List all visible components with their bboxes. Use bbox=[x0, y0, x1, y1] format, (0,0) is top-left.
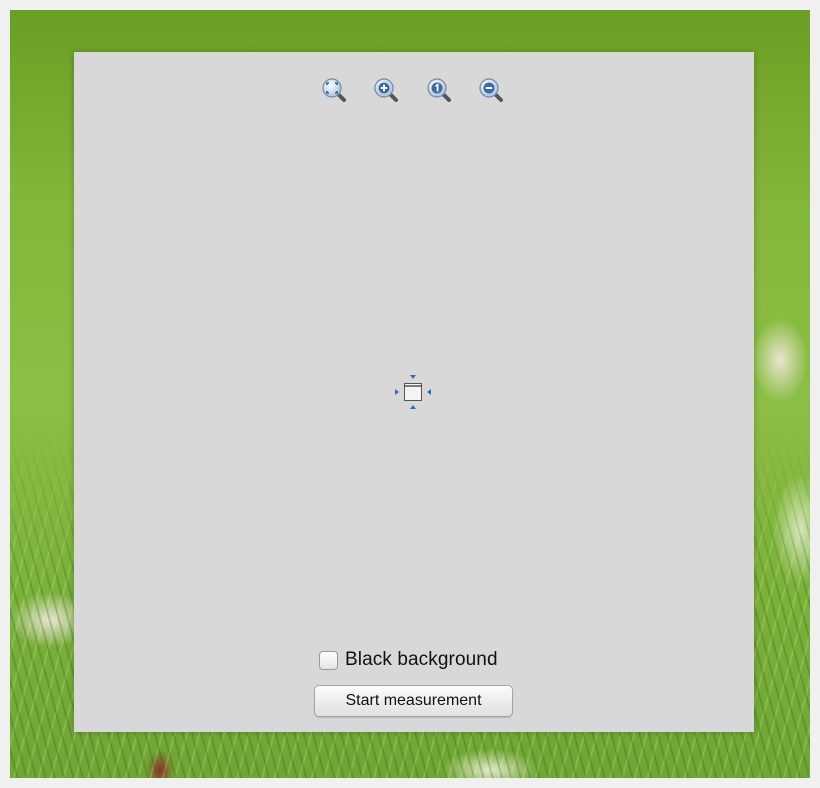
zoom-actual-size-icon bbox=[427, 78, 451, 102]
zoom-fit-button[interactable] bbox=[320, 76, 348, 104]
measurement-panel: Black background Start measurement bbox=[74, 52, 754, 732]
zoom-in-icon bbox=[374, 78, 398, 102]
zoom-in-button[interactable] bbox=[372, 76, 400, 104]
zoom-fit-icon bbox=[322, 78, 346, 102]
zoom-actual-size-button[interactable] bbox=[425, 76, 453, 104]
start-measurement-button[interactable]: Start measurement bbox=[314, 685, 513, 717]
black-background-checkbox[interactable] bbox=[319, 650, 338, 670]
black-background-label: Black background bbox=[345, 649, 498, 670]
viewer-center-marker bbox=[394, 373, 432, 411]
zoom-toolbar bbox=[74, 76, 754, 104]
black-background-toggle[interactable]: Black background bbox=[319, 648, 498, 672]
center-target-icon bbox=[395, 375, 431, 409]
zoom-out-icon bbox=[479, 78, 503, 102]
zoom-out-button[interactable] bbox=[477, 76, 505, 104]
